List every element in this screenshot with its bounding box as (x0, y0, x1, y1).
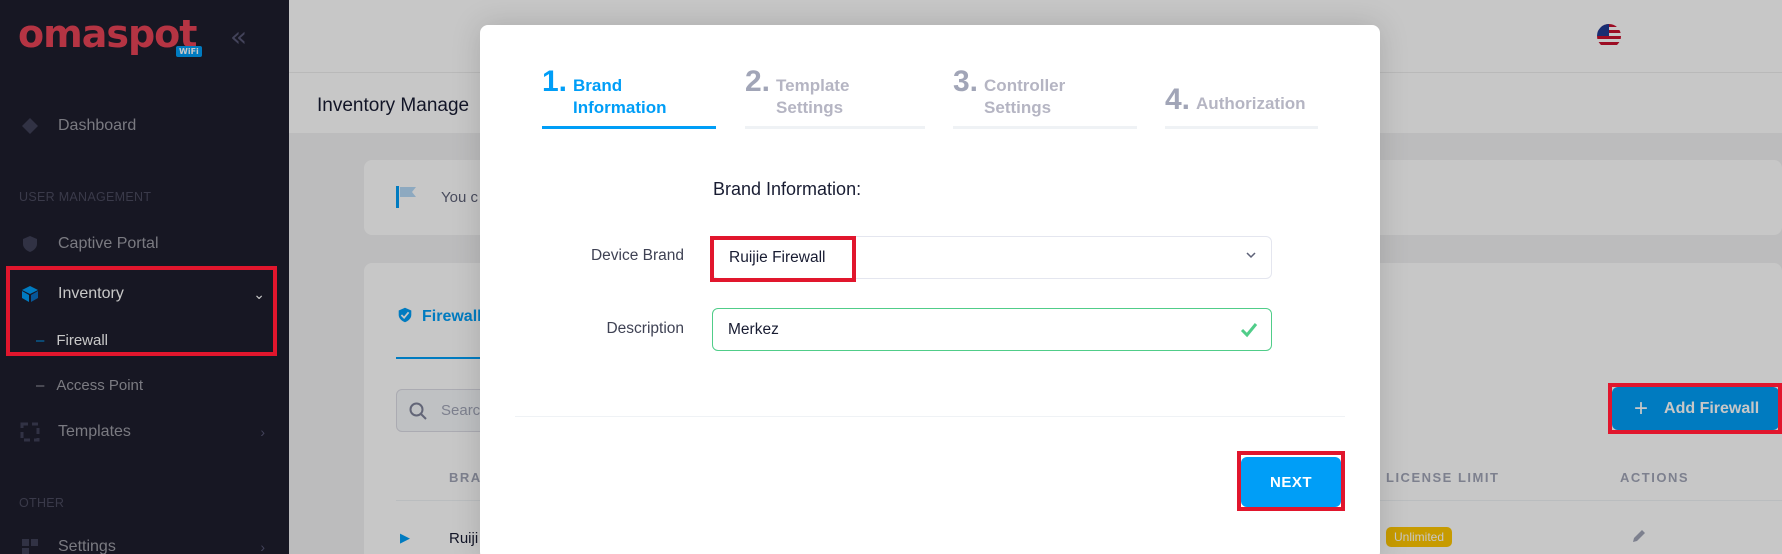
step-controller-settings[interactable]: 3. Controller Settings (953, 65, 1065, 119)
modal-divider (515, 416, 1345, 417)
add-firewall-modal: 1. Brand Information 2. Template Setting… (480, 25, 1380, 554)
check-icon (1240, 323, 1258, 338)
step-indicator (1165, 126, 1318, 129)
form-title: Brand Information: (713, 179, 862, 199)
step-brand-information[interactable]: 1. Brand Information (542, 65, 667, 119)
step-label: Brand Information (573, 76, 667, 117)
step-number: 1. (542, 65, 568, 98)
description-field[interactable]: Merkez (712, 308, 1272, 351)
highlight-next-button (1237, 451, 1345, 511)
description-value: Merkez (728, 321, 779, 338)
step-label: Authorization (1196, 94, 1306, 113)
description-label: Description (606, 320, 684, 337)
highlight-inventory-firewall (6, 266, 277, 356)
device-brand-label: Device Brand (590, 247, 684, 264)
step-template-settings[interactable]: 2. Template Settings (745, 65, 849, 119)
step-label: Controller Settings (984, 76, 1066, 117)
highlight-device-brand (710, 236, 856, 282)
highlight-add-firewall (1608, 383, 1782, 434)
chevron-down-icon (1246, 252, 1256, 259)
step-indicator (953, 126, 1137, 129)
step-indicator (745, 126, 925, 129)
step-label: Template Settings (776, 76, 850, 117)
step-authorization[interactable]: 4. Authorization (1165, 85, 1306, 115)
step-number: 3. (953, 65, 979, 98)
step-number: 4. (1165, 83, 1191, 116)
step-indicator (542, 126, 716, 129)
step-number: 2. (745, 65, 771, 98)
